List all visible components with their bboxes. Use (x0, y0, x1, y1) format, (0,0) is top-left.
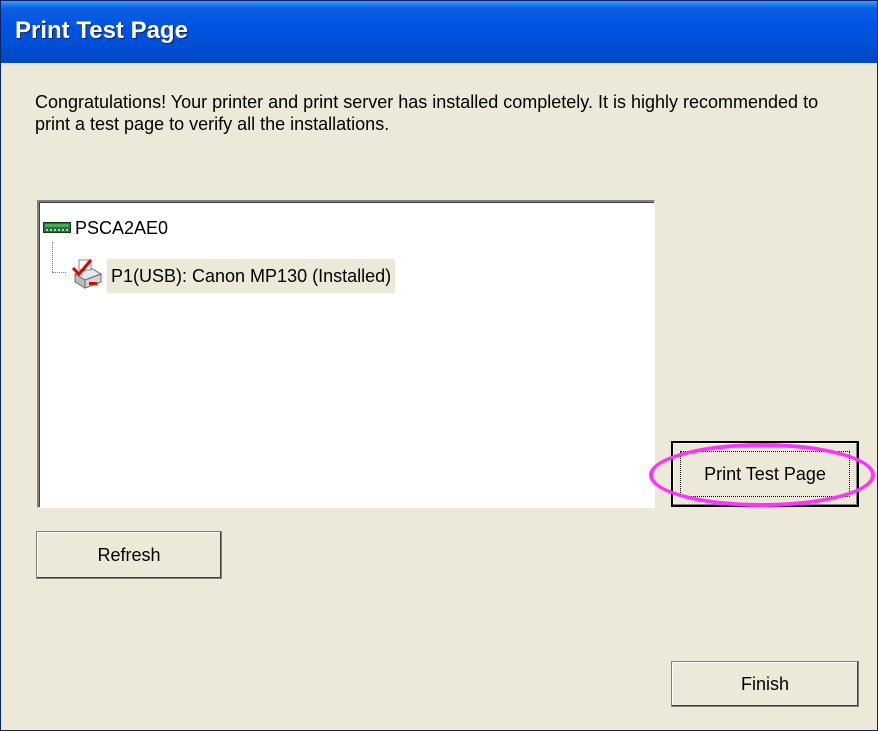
tree-item-label: P1(USB): Canon MP130 (Installed) (107, 259, 396, 293)
button-label: Refresh (97, 544, 161, 565)
print-test-page-dialog: Print Test Page Congratulations! Your pr… (0, 0, 878, 731)
print-test-page-button[interactable]: Print Test Page (671, 441, 859, 507)
refresh-button[interactable]: Refresh (36, 531, 222, 579)
button-label: Print Test Page (704, 463, 826, 484)
button-label: Finish (740, 673, 789, 694)
tree-item-printer[interactable]: P1(USB): Canon MP130 (Installed) (69, 256, 396, 297)
print-server-icon (43, 218, 71, 239)
printer-installed-icon (69, 256, 105, 297)
tree-item-label: PSCA2AE0 (75, 217, 169, 238)
printer-tree-view[interactable]: PSCA2AE0 P1(USB): Canon MP130 (Installed… (37, 200, 655, 508)
finish-button[interactable]: Finish (671, 661, 859, 707)
tree-connector-line (52, 242, 53, 272)
title-bar: Print Test Page (1, 1, 877, 63)
tree-item-print-server[interactable]: PSCA2AE0 (43, 216, 168, 240)
intro-text: Congratulations! Your printer and print … (35, 92, 819, 134)
tree-connector-line (52, 272, 66, 273)
window-title: Print Test Page (15, 17, 188, 44)
